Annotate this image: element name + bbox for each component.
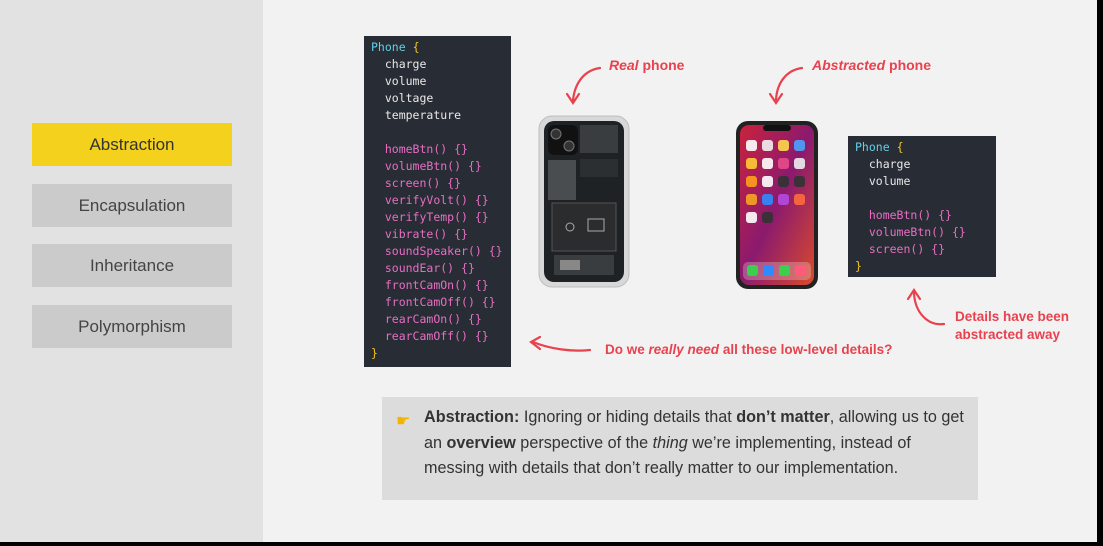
arrow-details-question (531, 340, 592, 352)
abstracted-away-label: Details have been abstracted away (955, 309, 1070, 342)
definition-callout: ☛ Abstraction: Ignoring or hiding detail… (382, 397, 978, 500)
real-phone-label: Real phone (609, 57, 685, 73)
slide: Abstraction Encapsulation Inheritance Po… (0, 0, 1097, 542)
pointing-hand-icon: ☛ (396, 413, 411, 430)
details-question: Do we really need all these low-level de… (605, 342, 893, 357)
abstracted-phone-label: Abstracted phone (812, 57, 932, 73)
definition-text: Abstraction: Ignoring or hiding details … (424, 408, 964, 477)
